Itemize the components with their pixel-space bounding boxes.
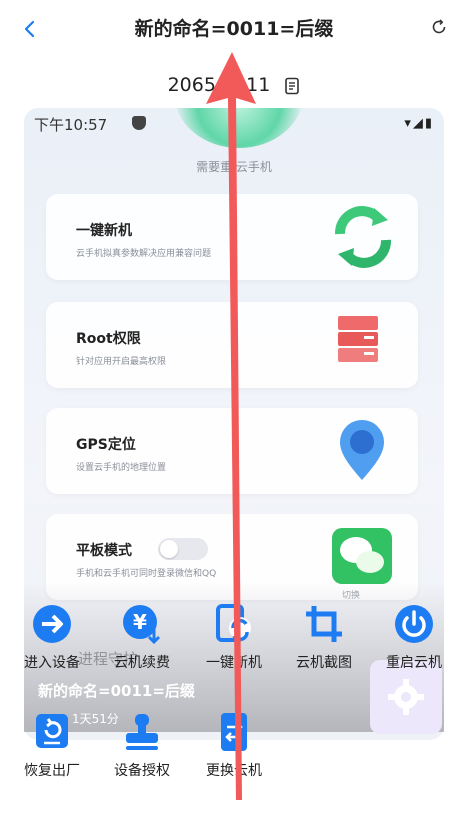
card-gps[interactable]: GPS定位 设置云手机的地理位置 bbox=[46, 408, 418, 494]
device-id-row: 20656 811 bbox=[0, 74, 468, 96]
card-new-device[interactable]: 一键新机 云手机拟真参数解决应用兼容问题 bbox=[46, 194, 418, 280]
action-label: 恢复出厂 bbox=[24, 763, 80, 779]
wechat-icon bbox=[328, 524, 398, 590]
action-factory-reset[interactable]: 恢复出厂 bbox=[10, 712, 94, 792]
page-title: 新的命名=0011=后缀 bbox=[134, 18, 334, 40]
device-id: 20656 811 bbox=[167, 74, 271, 96]
action-screenshot[interactable]: 云机截图 bbox=[282, 604, 366, 684]
tablet-mode-toggle[interactable] bbox=[158, 538, 208, 560]
action-label: 云机续费 bbox=[114, 655, 170, 671]
card-subtitle: 云手机拟真参数解决应用兼容问题 bbox=[76, 249, 212, 259]
copy-icon[interactable] bbox=[284, 77, 300, 95]
action-new-device[interactable]: 一键新机 bbox=[192, 604, 276, 684]
action-label: 更换云机 bbox=[206, 763, 262, 779]
swap-device-icon bbox=[214, 712, 254, 752]
card-title: GPS定位 bbox=[76, 437, 136, 453]
card-root[interactable]: Root权限 针对应用开启最高权限 bbox=[46, 302, 418, 388]
action-restart[interactable]: 重启云机 bbox=[372, 604, 456, 684]
card-title: 一键新机 bbox=[76, 223, 132, 239]
action-label: 重启云机 bbox=[386, 655, 442, 671]
refresh-arrows-icon bbox=[328, 204, 398, 270]
enter-arrow-icon bbox=[32, 604, 72, 644]
action-enter-device[interactable]: 进入设备 bbox=[10, 604, 94, 684]
card-subtitle: 手机和云手机可同时登录微信和QQ bbox=[76, 569, 217, 579]
top-bar: 新的命名=0011=后缀 bbox=[0, 0, 468, 60]
action-swap-device[interactable]: 更换云机 bbox=[192, 712, 276, 792]
shield-icon bbox=[132, 116, 146, 130]
action-label: 云机截图 bbox=[296, 655, 352, 671]
status-bar: 下午10:57 ▾◢▮ bbox=[34, 114, 434, 134]
power-icon bbox=[394, 604, 434, 644]
server-icon bbox=[328, 312, 398, 378]
card-title: Root权限 bbox=[76, 331, 141, 347]
crop-icon bbox=[304, 604, 344, 644]
signal-battery-icon: ▾◢▮ bbox=[404, 116, 434, 131]
phone-refresh-icon bbox=[214, 604, 254, 644]
action-label: 一键新机 bbox=[206, 655, 262, 671]
restart-hint: 需要重 云手机 bbox=[196, 160, 272, 174]
location-pin-icon bbox=[328, 418, 398, 484]
action-label: 设备授权 bbox=[114, 763, 170, 779]
action-label: 进入设备 bbox=[24, 655, 80, 671]
action-authorize[interactable]: 设备授权 bbox=[100, 712, 184, 792]
status-time: 下午10:57 bbox=[34, 116, 108, 134]
factory-reset-icon bbox=[32, 712, 72, 752]
card-title: 平板模式 bbox=[76, 543, 132, 559]
refresh-icon[interactable] bbox=[430, 18, 448, 36]
action-renew[interactable]: ¥ 云机续费 bbox=[100, 604, 184, 684]
card-subtitle: 针对应用开启最高权限 bbox=[76, 357, 167, 367]
svg-text:¥: ¥ bbox=[133, 610, 147, 634]
yen-renew-icon: ¥ bbox=[122, 604, 162, 645]
card-subtitle: 设置云手机的地理位置 bbox=[76, 463, 167, 473]
stamp-icon bbox=[122, 712, 162, 752]
